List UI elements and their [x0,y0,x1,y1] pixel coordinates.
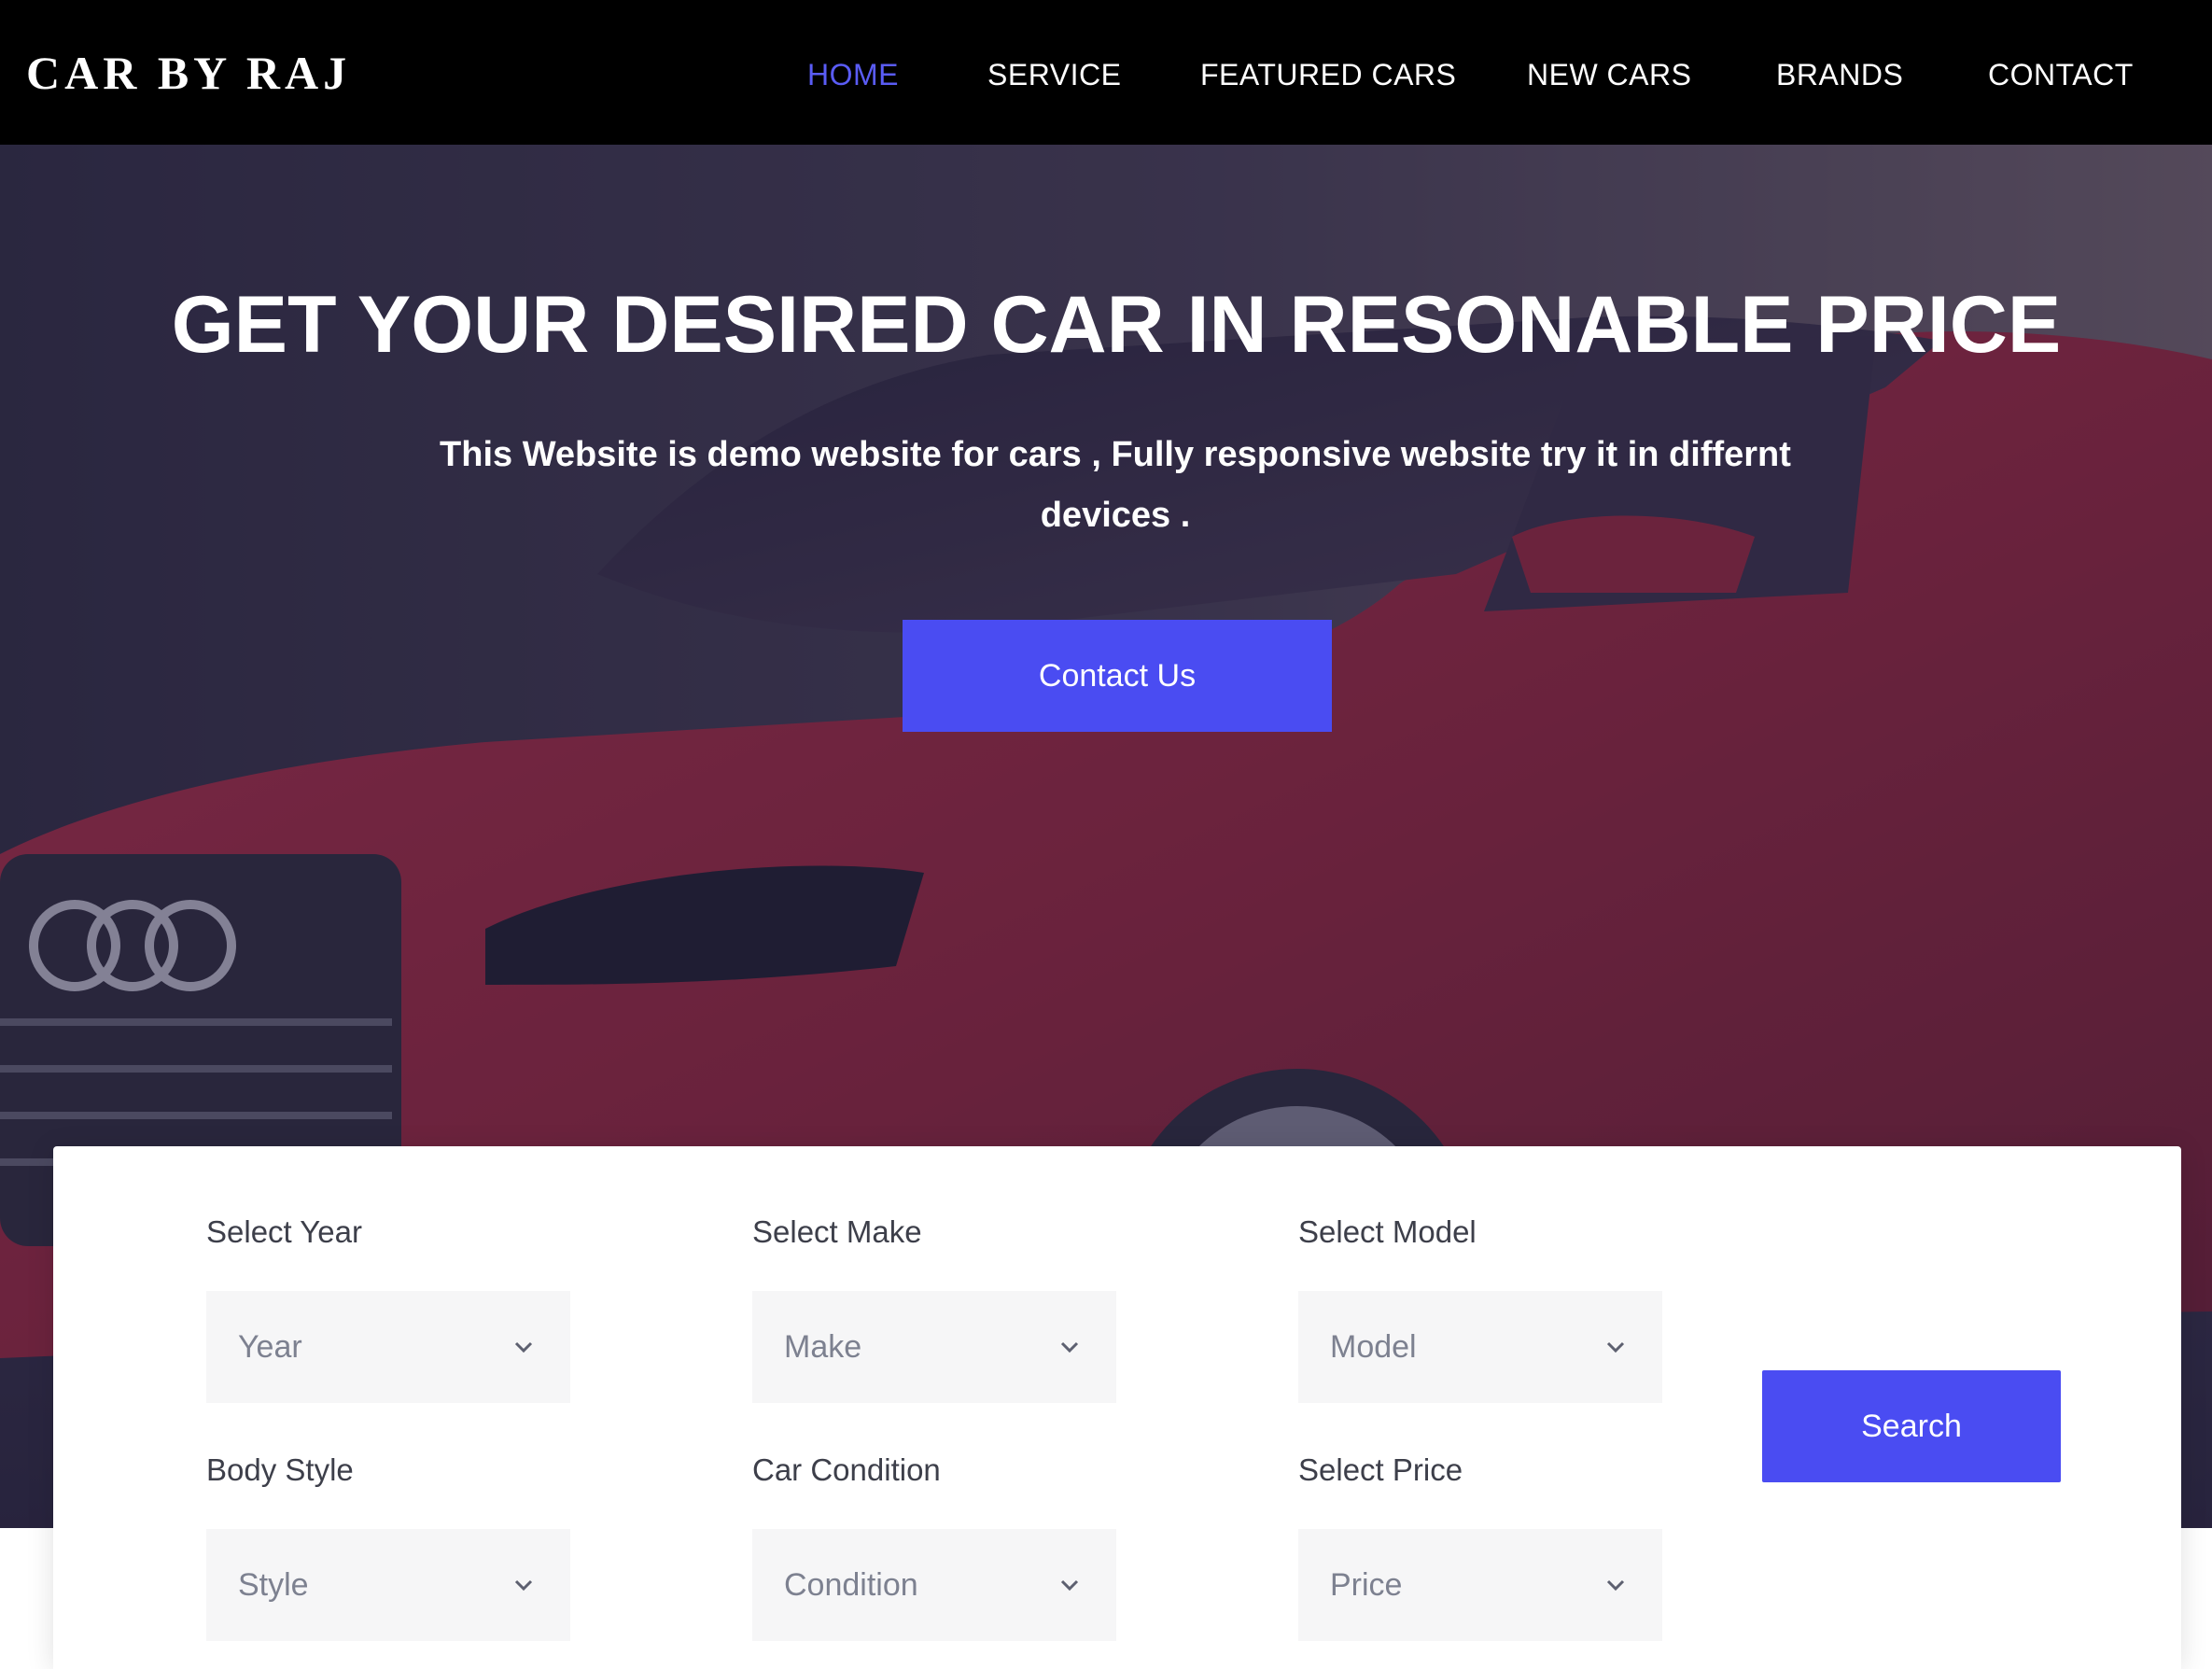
chevron-down-icon [1060,1341,1079,1353]
nav-item-home[interactable]: HOME [807,54,899,95]
select-year-label: Select Year [206,1214,362,1249]
contact-us-button[interactable]: Contact Us [903,620,1332,732]
year-select[interactable]: Year [206,1291,570,1403]
style-select[interactable]: Style [206,1529,570,1641]
nav-item-brands[interactable]: BRANDS [1776,54,1903,95]
hero-subtitle: This Website is demo website for cars , … [440,435,1791,535]
chevron-down-icon [1606,1579,1625,1592]
search-button[interactable]: Search [1762,1370,2061,1482]
nav-item-service[interactable]: SERVICE [987,54,1121,95]
car-condition-label: Car Condition [752,1452,941,1487]
condition-select[interactable]: Condition [752,1529,1116,1641]
nav-menu: HOME SERVICE FEATURED CARS NEW CARS BRAN… [0,54,2212,95]
chevron-down-icon [514,1579,533,1592]
chevron-down-icon [514,1341,533,1353]
model-select[interactable]: Model [1298,1291,1662,1403]
select-model-label: Select Model [1298,1214,1477,1249]
style-select-value: Style [238,1567,309,1603]
nav-item-featured-cars[interactable]: FEATURED CARS [1200,54,1456,95]
chevron-down-icon [1606,1341,1625,1353]
car-search-panel: Select Year Year Select Make Make Select… [53,1146,2181,1669]
body-style-label: Body Style [206,1452,354,1487]
nav-item-contact[interactable]: CONTACT [1988,54,2134,95]
navbar: CAR BY RAJ HOME SERVICE FEATURED CARS NE… [0,0,2212,145]
select-make-label: Select Make [752,1214,922,1249]
select-price-label: Select Price [1298,1452,1463,1487]
hero-title: GET YOUR DESIRED CAR IN RESONABLE PRICE [171,279,2062,370]
make-select-value: Make [784,1329,862,1365]
condition-select-value: Condition [784,1567,918,1603]
year-select-value: Year [238,1329,302,1365]
nav-item-new-cars[interactable]: NEW CARS [1527,54,1691,95]
make-select[interactable]: Make [752,1291,1116,1403]
price-select-value: Price [1330,1567,1403,1603]
price-select[interactable]: Price [1298,1529,1662,1641]
chevron-down-icon [1060,1579,1079,1592]
model-select-value: Model [1330,1329,1417,1365]
